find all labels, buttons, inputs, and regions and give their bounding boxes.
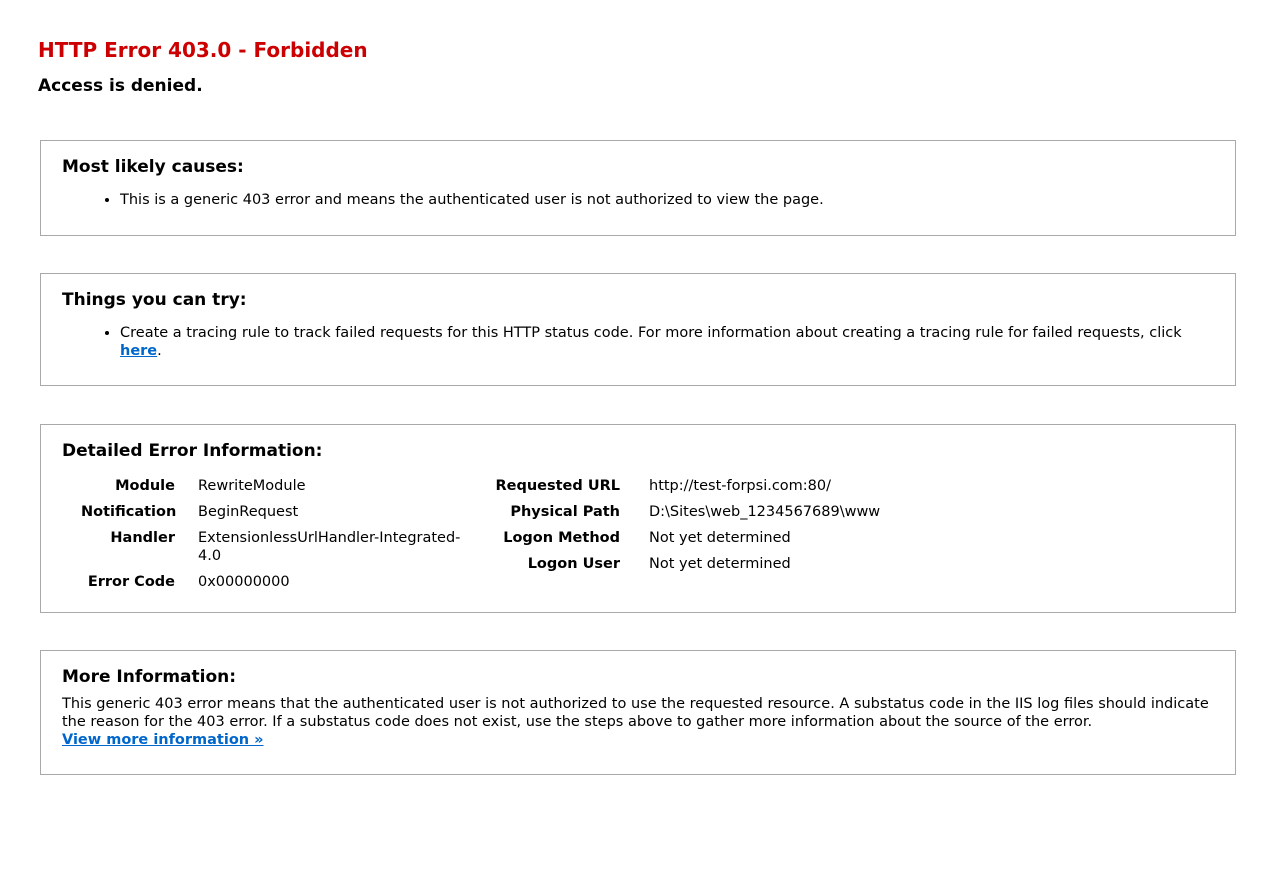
detail-value: Not yet determined xyxy=(649,556,791,572)
more-heading: More Information: xyxy=(62,667,237,687)
detail-value: RewriteModule xyxy=(198,478,306,494)
detail-value: ExtensionlessUrlHandler-Integrated-4.0 xyxy=(198,530,461,564)
detail-heading: Detailed Error Information: xyxy=(62,441,323,461)
try-list: Create a tracing rule to track failed re… xyxy=(107,324,1220,360)
detail-key: Logon User xyxy=(527,556,620,572)
try-item: Create a tracing rule to track failed re… xyxy=(120,324,1220,360)
detail-key: Notification xyxy=(81,504,177,520)
detail-value: BeginRequest xyxy=(198,504,299,520)
detail-key: Logon Method xyxy=(503,530,620,546)
more-info-block: This generic 403 error means that the au… xyxy=(62,695,1218,749)
try-item-text: Create a tracing rule to track failed re… xyxy=(120,325,1182,341)
detail-row-handler: Handler ExtensionlessUrlHandler-Integrat… xyxy=(81,529,468,565)
causes-heading: Most likely causes: xyxy=(62,157,244,177)
detail-value: http://test-forpsi.com:80/ xyxy=(649,478,832,494)
detail-key: Physical Path xyxy=(510,504,620,520)
detail-row-notification: Notification BeginRequest xyxy=(81,503,468,521)
try-heading: Things you can try: xyxy=(62,290,247,310)
detail-row-physical-path: Physical Path D:\Sites\web_1234567689\ww… xyxy=(479,503,880,521)
detail-key: Handler xyxy=(110,530,175,546)
cause-item: This is a generic 403 error and means th… xyxy=(120,191,824,209)
detail-key: Error Code xyxy=(87,574,175,590)
detail-row-error-code: Error Code 0x00000000 xyxy=(81,573,468,591)
error-page: HTTP Error 403.0 - Forbidden Access is d… xyxy=(0,0,1276,880)
detail-key: Requested URL xyxy=(495,478,620,494)
detail-value: Not yet determined xyxy=(649,530,791,546)
detail-row-requested-url: Requested URL http://test-forpsi.com:80/ xyxy=(479,477,880,495)
detail-value: D:\Sites\web_1234567689\www xyxy=(649,504,881,520)
view-more-information-link[interactable]: View more information » xyxy=(62,732,264,748)
here-link[interactable]: here xyxy=(120,343,157,359)
most-likely-causes-section: Most likely causes: This is a generic 40… xyxy=(40,140,1236,236)
error-subtitle: Access is denied. xyxy=(38,76,203,96)
try-item-suffix: . xyxy=(157,343,162,359)
detail-row-module: Module RewriteModule xyxy=(81,477,468,495)
things-you-can-try-section: Things you can try: Create a tracing rul… xyxy=(40,273,1236,386)
error-title: HTTP Error 403.0 - Forbidden xyxy=(38,38,368,62)
detail-row-logon-user: Logon User Not yet determined xyxy=(479,555,880,573)
detailed-error-information-section: Detailed Error Information: Module Rewri… xyxy=(40,424,1236,613)
causes-list: This is a generic 403 error and means th… xyxy=(107,191,824,209)
detail-right-table: Requested URL http://test-forpsi.com:80/… xyxy=(479,477,880,581)
more-information-section: More Information: This generic 403 error… xyxy=(40,650,1236,775)
detail-key: Module xyxy=(115,478,175,494)
detail-value: 0x00000000 xyxy=(198,574,290,590)
more-info-text: This generic 403 error means that the au… xyxy=(62,696,1209,730)
detail-left-table: Module RewriteModule Notification BeginR… xyxy=(81,477,468,599)
detail-row-logon-method: Logon Method Not yet determined xyxy=(479,529,880,547)
